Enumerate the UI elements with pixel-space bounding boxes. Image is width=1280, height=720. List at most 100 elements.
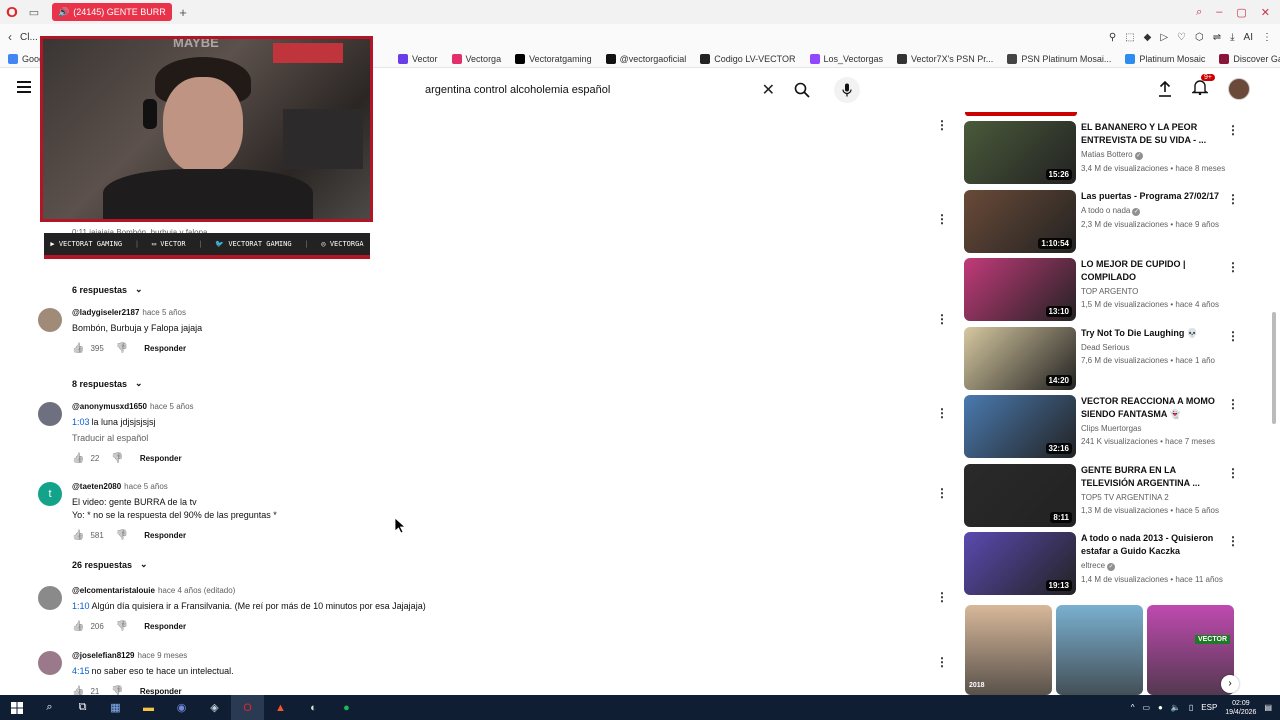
url-field[interactable]: Cl... — [20, 32, 38, 43]
ext-icon[interactable]: ⬡ — [1195, 32, 1204, 43]
comment-author-link[interactable]: @elcomentaristalouie — [72, 586, 155, 595]
task-view-icon[interactable]: ⧉ — [66, 695, 99, 720]
timestamp-link[interactable]: 1:03 — [72, 417, 90, 427]
bookmark-item[interactable]: Codigo LV-VECTOR — [700, 53, 796, 64]
voice-search-button[interactable] — [834, 77, 860, 103]
spotify-icon[interactable]: ● — [330, 695, 363, 720]
search-tabs-icon[interactable]: ⌕ — [1196, 6, 1202, 19]
dislike-icon[interactable]: 👎 — [116, 621, 128, 632]
battery-icon[interactable]: ▯ — [1189, 703, 1193, 712]
comment-more-icon[interactable]: ⋮ — [936, 590, 948, 604]
upload-icon[interactable] — [1158, 81, 1172, 97]
reply-button[interactable]: Responder — [144, 622, 186, 631]
dislike-icon[interactable]: 👎 — [111, 453, 123, 464]
account-avatar[interactable] — [1228, 78, 1250, 100]
menu-icon[interactable] — [17, 81, 31, 93]
comment-author-link[interactable]: @ladygiseler2187 — [72, 308, 139, 317]
mic-tray-icon[interactable]: ● — [1158, 703, 1163, 712]
comment-author-link[interactable]: @taeten2080 — [72, 482, 121, 491]
bookmark-item[interactable]: Platinum Mosaic — [1125, 53, 1205, 64]
video-title[interactable]: Try Not To Die Laughing 💀 — [1081, 327, 1221, 340]
discord-icon[interactable]: ◉ — [165, 695, 198, 720]
language-indicator[interactable]: ESP — [1201, 703, 1217, 712]
comment-time[interactable]: hace 4 años (editado) — [158, 586, 235, 595]
replies-toggle-button[interactable]: 6 respuestas ⌄ — [72, 284, 143, 295]
comment-more-icon[interactable]: ⋮ — [936, 406, 948, 420]
tab-active[interactable]: 🔊 (24145) GENTE BURR — [52, 3, 172, 21]
shorts-next-button[interactable]: › — [1221, 675, 1239, 693]
dislike-icon[interactable]: 👎 — [116, 530, 128, 541]
avatar[interactable] — [38, 402, 62, 426]
video-channel[interactable]: eltrece ✓ — [1081, 561, 1221, 571]
folder-icon[interactable]: ▬ — [132, 695, 165, 720]
video-channel[interactable]: Matias Bottero ✓ — [1081, 150, 1221, 160]
avatar[interactable] — [38, 308, 62, 332]
video-title[interactable]: GENTE BURRA EN LA TELEVISIÓN ARGENTINA .… — [1081, 464, 1221, 490]
flow-icon[interactable]: ⇌ — [1213, 32, 1221, 43]
video-thumbnail[interactable]: 1:10:54 — [964, 190, 1076, 253]
video-more-icon[interactable]: ⋮ — [1227, 466, 1239, 480]
video-more-icon[interactable]: ⋮ — [1227, 260, 1239, 274]
bookmark-item[interactable]: Vector — [398, 53, 438, 64]
reply-button[interactable]: Responder — [144, 344, 186, 353]
comment-more-icon[interactable]: ⋮ — [936, 212, 948, 226]
store-icon[interactable]: ▦ — [99, 695, 132, 720]
video-channel[interactable]: Dead Serious — [1081, 343, 1221, 352]
obs-icon[interactable]: ◐ — [297, 695, 330, 720]
video-more-icon[interactable]: ⋮ — [1227, 123, 1239, 137]
bookmark-item[interactable]: Discover Games -... — [1219, 53, 1280, 64]
replies-toggle-button[interactable]: 8 respuestas ⌄ — [72, 378, 143, 389]
clear-search-icon[interactable]: ✕ — [762, 80, 775, 100]
search-icon[interactable]: ⌕ — [33, 695, 66, 720]
bookmark-item[interactable]: Goog — [8, 53, 44, 64]
bookmark-item[interactable]: PSN Platinum Mosai... — [1007, 53, 1111, 64]
pin-icon[interactable]: ⚲ — [1109, 32, 1116, 43]
timestamp-link[interactable]: 1:10 — [72, 601, 90, 611]
menu-dots-icon[interactable]: ⋮ — [1262, 32, 1272, 43]
video-title[interactable]: Las puertas - Programa 27/02/17 — [1081, 190, 1221, 203]
video-channel[interactable]: TOP ARGENTO — [1081, 287, 1221, 296]
minimize-button[interactable]: – — [1216, 6, 1222, 18]
bookmark-item[interactable]: @vectorgaoficial — [605, 53, 686, 64]
bookmark-item[interactable]: Vectorga — [451, 53, 501, 64]
video-thumbnail[interactable]: 32:16 — [964, 395, 1076, 458]
related-video-card[interactable]: 19:13 A todo o nada 2013 - Quisieron esta… — [964, 532, 1264, 596]
play-icon[interactable]: ▷ — [1160, 32, 1168, 43]
bookmark-item[interactable]: Vector7X's PSN Pr... — [897, 53, 993, 64]
search-input[interactable]: argentina control alcoholemia español — [425, 84, 610, 96]
related-video-card[interactable]: 13:10 LO MEJOR DE CUPIDO | COMPILADO TOP A… — [964, 258, 1264, 322]
start-icon[interactable] — [0, 695, 33, 720]
video-thumbnail[interactable]: 13:10 — [964, 258, 1076, 321]
video-more-icon[interactable]: ⋮ — [1227, 192, 1239, 206]
comment-more-icon[interactable]: ⋮ — [936, 312, 948, 326]
comment-more-icon[interactable]: ⋮ — [936, 486, 948, 500]
comment-more-icon[interactable]: ⋮ — [936, 655, 948, 669]
related-video-card[interactable]: 1:10:54 Las puertas - Programa 27/02/17 A … — [964, 190, 1264, 254]
video-title[interactable]: LO MEJOR DE CUPIDO | COMPILADO — [1081, 258, 1221, 284]
replies-toggle-button[interactable]: 26 respuestas ⌄ — [72, 559, 148, 570]
video-more-icon[interactable]: ⋮ — [1227, 534, 1239, 548]
page-scrollbar[interactable] — [1272, 312, 1276, 424]
video-channel[interactable]: TOP5 TV ARGENTINA 2 — [1081, 493, 1221, 502]
video-thumbnail[interactable]: 19:13 — [964, 532, 1076, 595]
search-button[interactable] — [787, 77, 817, 103]
timestamp-link[interactable]: 4:15 — [72, 666, 90, 676]
comment-time[interactable]: hace 5 años — [142, 308, 186, 317]
comment-time[interactable]: hace 9 meses — [138, 651, 188, 660]
brave-icon[interactable]: ▲ — [264, 695, 297, 720]
video-channel[interactable]: A todo o nada ✓ — [1081, 206, 1221, 216]
avatar[interactable] — [38, 651, 62, 675]
opera-taskbar-icon[interactable]: O — [231, 695, 264, 720]
video-title[interactable]: VECTOR REACCIONA A MOMO SIENDO FANTASMA … — [1081, 395, 1221, 421]
related-video-card[interactable]: 14:20 Try Not To Die Laughing 💀 Dead Serio… — [964, 327, 1264, 391]
bookmark-item[interactable]: Vectoratgaming — [515, 53, 592, 64]
bookmark-item[interactable]: Los_Vectorgas — [809, 53, 883, 64]
short-thumbnail[interactable]: 2018 — [965, 605, 1052, 695]
video-more-icon[interactable]: ⋮ — [1227, 329, 1239, 343]
heart-icon[interactable]: ♡ — [1177, 32, 1186, 43]
clock[interactable]: 02:09 19/4/2026 — [1225, 699, 1256, 717]
avatar[interactable] — [38, 586, 62, 610]
video-title[interactable]: EL BANANERO Y LA PEOR ENTREVISTA DE SU V… — [1081, 121, 1221, 147]
workspaces-icon[interactable]: ▭ — [24, 6, 44, 19]
video-more-icon[interactable]: ⋮ — [1227, 397, 1239, 411]
